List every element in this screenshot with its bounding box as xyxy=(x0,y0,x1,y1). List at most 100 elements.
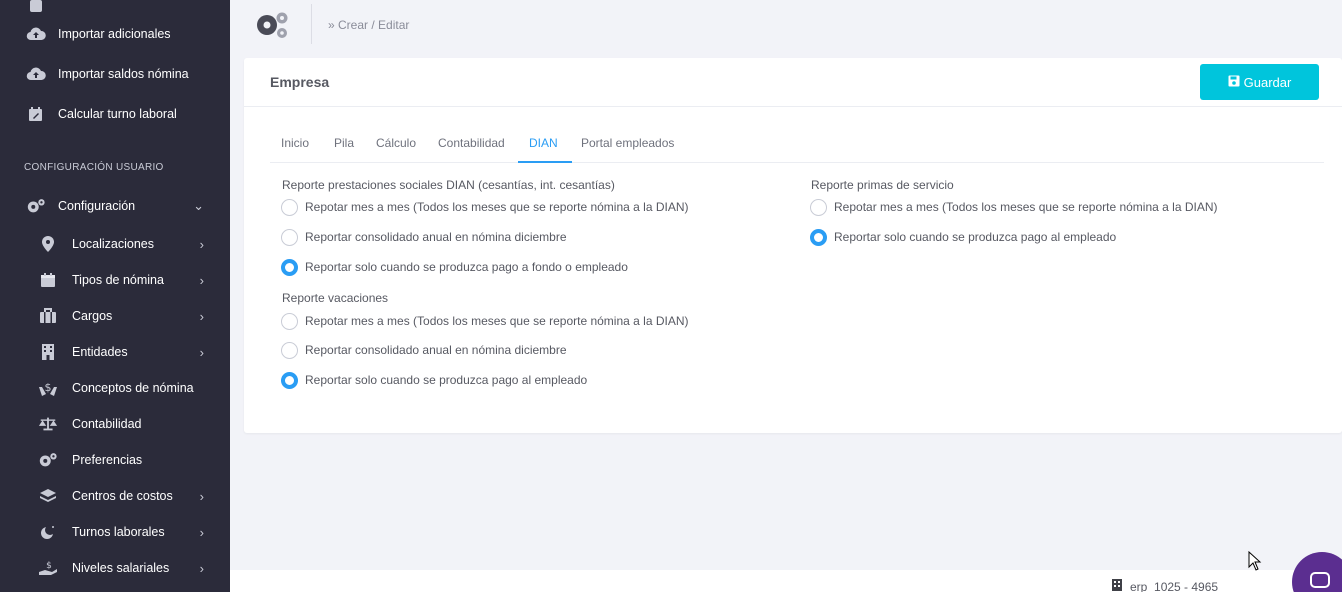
calendar-edit-icon xyxy=(26,104,46,124)
radio-option[interactable]: Repotar mes a mes (Todos los meses que s… xyxy=(281,311,689,331)
layers-icon xyxy=(38,486,58,506)
tab-bar: Inicio Pila Cálculo Contabilidad DIAN Po… xyxy=(270,130,1324,163)
page-title: Empresa xyxy=(270,74,330,90)
active-tab-indicator xyxy=(518,161,572,163)
sidebar-item-label: Cargos xyxy=(72,309,113,323)
radio-option[interactable]: Reportar consolidado anual en nómina dic… xyxy=(281,340,567,360)
sidebar: Importar adicionales Importar saldos nóm… xyxy=(0,0,230,592)
radio-option[interactable]: Repotar mes a mes (Todos los meses que s… xyxy=(810,197,1218,217)
sidebar-item-label: Centros de costos xyxy=(72,489,173,503)
radio-label: Repotar mes a mes (Todos los meses que s… xyxy=(305,314,689,328)
radio-label: Reportar consolidado anual en nómina dic… xyxy=(305,230,567,244)
radio-option[interactable]: Reportar solo cuando se produzca pago a … xyxy=(281,257,628,277)
sidebar-item-label: Importar saldos nómina xyxy=(58,67,189,81)
radio-button[interactable] xyxy=(281,341,298,359)
footer: erp_1025 - 4965 xyxy=(230,570,1342,592)
card-header: Empresa Guardar xyxy=(244,58,1342,107)
radio-label: Reportar solo cuando se produzca pago al… xyxy=(305,373,588,387)
chevron-right-icon: › xyxy=(199,344,204,360)
chat-button[interactable] xyxy=(1292,552,1342,592)
primas-label: Reporte primas de servicio xyxy=(811,178,954,192)
radio-label: Repotar mes a mes (Todos los meses que s… xyxy=(834,200,1218,214)
radio-option[interactable]: Repotar mes a mes (Todos los meses que s… xyxy=(281,197,689,217)
radio-label: Reportar solo cuando se produzca pago al… xyxy=(834,230,1117,244)
gears-icon xyxy=(26,196,46,216)
top-header: » Crear / Editar xyxy=(230,0,1342,50)
sidebar-item-centros-costos[interactable]: Centros de costos › xyxy=(0,478,230,514)
radio-option[interactable]: Reportar consolidado anual en nómina dic… xyxy=(281,227,567,247)
tab-portal-empleados[interactable]: Portal empleados xyxy=(581,136,674,150)
chevron-down-icon: ⌄ xyxy=(193,198,204,213)
radio-option[interactable]: Reportar solo cuando se produzca pago al… xyxy=(281,370,587,390)
sidebar-item-contabilidad[interactable]: Contabilidad xyxy=(0,406,230,442)
cloud-upload-icon xyxy=(26,24,46,44)
radio-label: Reportar solo cuando se produzca pago a … xyxy=(305,260,628,274)
moon-icon xyxy=(38,522,58,542)
briefcase-icon xyxy=(38,306,58,326)
radio-button[interactable] xyxy=(281,312,298,330)
sidebar-item-label: Contabilidad xyxy=(72,417,142,431)
vacaciones-label: Reporte vacaciones xyxy=(282,291,389,305)
footer-info: erp_1025 - 4965 xyxy=(1112,579,1218,592)
radio-option[interactable]: Reportar solo cuando se produzca pago al… xyxy=(810,227,1116,247)
save-button-label: Guardar xyxy=(1243,74,1292,90)
building-icon xyxy=(1112,579,1122,592)
sidebar-item-label: Localizaciones xyxy=(72,237,154,251)
tab-inicio[interactable]: Inicio xyxy=(281,136,309,150)
sidebar-item-conceptos-nomina[interactable]: $ Conceptos de nómina xyxy=(0,370,230,406)
radio-button[interactable] xyxy=(281,371,298,389)
chevron-right-icon: › xyxy=(199,308,204,324)
radio-label: Reportar consolidado anual en nómina dic… xyxy=(305,343,567,357)
breadcrumb: » Crear / Editar xyxy=(328,18,410,32)
sidebar-item-tipos-nomina[interactable]: Tipos de nómina › xyxy=(0,262,230,298)
radio-button[interactable] xyxy=(810,198,827,216)
sidebar-section-title: CONFIGURACIÓN USUARIO xyxy=(24,162,164,173)
sidebar-item-label: Turnos laborales xyxy=(72,525,165,539)
sidebar-item-importar-saldos[interactable]: Importar saldos nómina xyxy=(0,56,230,92)
gear-icon xyxy=(38,450,58,470)
save-button[interactable]: Guardar xyxy=(1200,64,1319,100)
radio-button[interactable] xyxy=(281,228,298,246)
tab-pila[interactable]: Pila xyxy=(334,136,354,150)
hand-dollar-icon: $ xyxy=(38,378,58,398)
mouse-cursor-icon xyxy=(1248,550,1262,576)
sidebar-item-importar-adicionales[interactable]: Importar adicionales xyxy=(0,16,230,52)
chevron-right-icon: › xyxy=(199,524,204,540)
tab-dian[interactable]: DIAN xyxy=(529,136,558,150)
radio-button[interactable] xyxy=(281,198,298,216)
footer-text: erp_1025 - 4965 xyxy=(1130,579,1219,592)
chevron-right-icon: › xyxy=(199,488,204,504)
calendar-icon xyxy=(38,270,58,290)
cloud-upload-icon xyxy=(26,64,46,84)
sidebar-item-label: Importar adicionales xyxy=(58,27,171,41)
hand-money-icon: $ xyxy=(38,558,58,578)
sidebar-item-label: Conceptos de nómina xyxy=(72,381,194,395)
tab-contabilidad[interactable]: Contabilidad xyxy=(438,136,505,150)
tab-calculo[interactable]: Cálculo xyxy=(376,136,416,150)
sidebar-item-entidades[interactable]: Entidades › xyxy=(0,334,230,370)
sidebar-item-label: Entidades xyxy=(72,345,128,359)
header-divider xyxy=(311,4,312,44)
sidebar-item-cargos[interactable]: Cargos › xyxy=(0,298,230,334)
gears-icon xyxy=(254,10,290,45)
sidebar-item-configuracion[interactable]: Configuración ⌄ xyxy=(0,188,230,224)
building-icon xyxy=(38,342,58,362)
balance-scale-icon xyxy=(38,414,58,434)
chevron-right-icon: › xyxy=(199,560,204,576)
document-icon xyxy=(26,0,46,16)
map-pin-icon xyxy=(38,234,58,254)
sidebar-item-calcular-turno[interactable]: Calcular turno laboral xyxy=(0,96,230,132)
chevron-right-icon: › xyxy=(199,272,204,288)
svg-text:$: $ xyxy=(45,381,52,394)
form-card: Empresa Guardar Inicio Pila Cálculo Cont… xyxy=(244,58,1342,433)
sidebar-item-localizaciones[interactable]: Localizaciones › xyxy=(0,226,230,262)
sidebar-item-label: Preferencias xyxy=(72,453,143,467)
sidebar-item-label: Configuración xyxy=(58,199,136,213)
sidebar-item-turnos-laborales[interactable]: Turnos laborales › xyxy=(0,514,230,550)
sidebar-item-preferencias[interactable]: Preferencias xyxy=(0,442,230,478)
radio-button[interactable] xyxy=(810,228,827,246)
prestaciones-label: Reporte prestaciones sociales DIAN (cesa… xyxy=(282,178,615,192)
radio-button[interactable] xyxy=(281,258,298,276)
sidebar-item-label: Tipos de nómina xyxy=(72,273,164,287)
sidebar-item-niveles-salariales[interactable]: $ Niveles salariales › xyxy=(0,550,230,586)
